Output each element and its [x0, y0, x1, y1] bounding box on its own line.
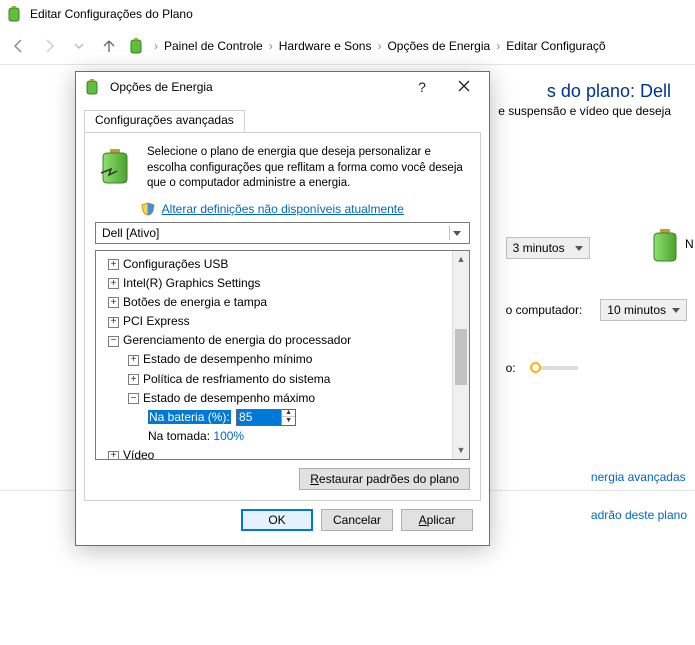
on-battery-spinner[interactable]: ▲ ▼	[236, 409, 296, 426]
apply-button[interactable]: Aplicar	[401, 509, 473, 531]
spin-down-icon[interactable]: ▼	[282, 417, 295, 425]
window-title: Editar Configurações do Plano	[30, 7, 193, 21]
nav-back-icon[interactable]	[8, 35, 30, 57]
on-ac-value[interactable]: 100%	[213, 429, 244, 443]
row-label: o computador:	[506, 303, 583, 317]
change-unavailable-link[interactable]: Alterar definições não disponíveis atual…	[162, 202, 404, 216]
tree-item-label[interactable]: Estado de desempenho máximo	[143, 391, 315, 405]
help-button[interactable]: ?	[405, 75, 439, 99]
expand-icon[interactable]: +	[128, 374, 139, 385]
row-label: o:	[506, 361, 516, 375]
tree-item-label[interactable]: Política de resfriamento do sistema	[143, 372, 330, 386]
sleep-dropdown[interactable]: 3 minutos	[506, 237, 590, 259]
expand-icon[interactable]: +	[108, 451, 119, 459]
battery-icon	[6, 5, 24, 23]
on-battery-input[interactable]	[237, 410, 281, 425]
expand-icon[interactable]: +	[128, 355, 139, 366]
battery-icon	[84, 78, 102, 96]
brightness-slider[interactable]	[534, 366, 578, 370]
nav-up-icon[interactable]	[98, 35, 120, 57]
nav-recent-icon[interactable]	[68, 35, 90, 57]
tree-item-label[interactable]: Estado de desempenho mínimo	[143, 352, 312, 366]
collapse-icon[interactable]: −	[108, 336, 119, 347]
expand-icon[interactable]: +	[108, 278, 119, 289]
restore-plan-link[interactable]: adrão deste plano	[591, 508, 687, 522]
expand-icon[interactable]: +	[108, 259, 119, 270]
tree-item-label[interactable]: Configurações USB	[123, 257, 228, 271]
battery-large-icon	[95, 145, 137, 187]
cancel-button[interactable]: Cancelar	[321, 509, 393, 531]
dialog-title: Opções de Energia	[110, 80, 213, 94]
settings-tree[interactable]: + Configurações USB + Intel(R) Graphics Se…	[96, 251, 452, 459]
collapse-icon[interactable]: −	[128, 393, 139, 404]
expand-icon[interactable]: +	[108, 317, 119, 328]
tree-item-label[interactable]: Gerenciamento de energia do processador	[123, 333, 351, 347]
tab-advanced[interactable]: Configurações avançadas	[84, 110, 245, 132]
tree-item-label[interactable]: Botões de energia e tampa	[123, 295, 267, 309]
advanced-settings-link[interactable]: nergia avançadas	[591, 470, 687, 484]
breadcrumb[interactable]: ›Painel de Controle ›Hardware e Sons ›Op…	[154, 39, 606, 53]
power-options-dialog: Opções de Energia ? Configurações avança…	[75, 71, 490, 546]
tree-scrollbar[interactable]: ▲ ▼	[452, 251, 469, 459]
expand-icon[interactable]: +	[108, 297, 119, 308]
on-ac-label: Na tomada:	[148, 429, 210, 443]
close-button[interactable]	[447, 75, 481, 99]
nav-forward-icon[interactable]	[38, 35, 60, 57]
dialog-description: Selecione o plano de energia que deseja …	[147, 145, 470, 192]
plan-select[interactable]: Dell [Ativo]	[95, 222, 470, 244]
battery-icon	[128, 37, 146, 55]
scroll-up-icon[interactable]: ▲	[453, 251, 469, 268]
display-dropdown[interactable]: 10 minutos	[600, 299, 687, 321]
tree-item-label[interactable]: Vídeo	[123, 448, 154, 458]
ok-button[interactable]: OK	[241, 509, 313, 531]
tree-item-label[interactable]: PCI Express	[123, 314, 190, 328]
shield-icon	[141, 202, 155, 216]
scroll-thumb[interactable]	[455, 329, 467, 385]
restore-defaults-button[interactable]: Restaurar padrões do plano	[299, 468, 470, 490]
tree-item-label[interactable]: Intel(R) Graphics Settings	[123, 276, 260, 290]
scroll-down-icon[interactable]: ▼	[453, 442, 469, 459]
on-battery-label[interactable]: Na bateria (%):	[148, 410, 231, 424]
